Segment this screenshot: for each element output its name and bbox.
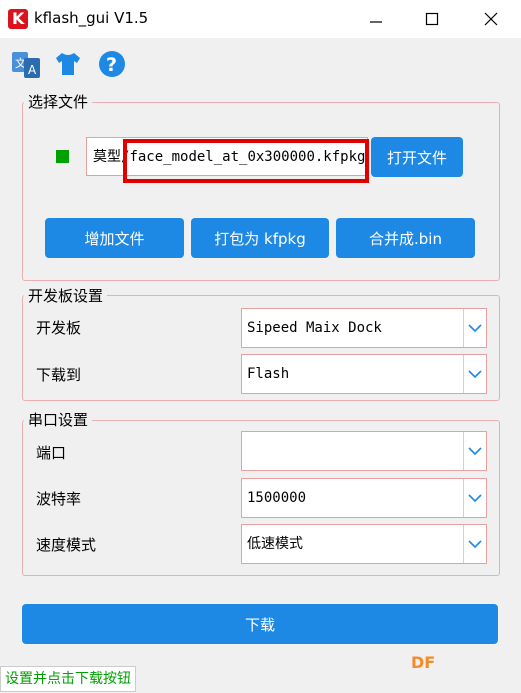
- board-settings-legend: 开发板设置: [24, 285, 108, 306]
- download-to-value: Flash: [247, 366, 290, 382]
- board-select[interactable]: Sipeed Maix Dock: [241, 308, 487, 348]
- baud-select[interactable]: 1500000: [241, 478, 487, 518]
- minimize-icon: [370, 21, 382, 23]
- chevron-down-icon[interactable]: [463, 479, 486, 517]
- chevron-down-icon[interactable]: [463, 525, 486, 563]
- close-button[interactable]: [462, 0, 520, 38]
- app-logo-icon: [8, 9, 28, 29]
- merge-bin-button[interactable]: 合并成.bin: [336, 218, 475, 258]
- close-icon: [484, 12, 498, 26]
- highlight-box: [123, 139, 369, 183]
- skin-icon[interactable]: [52, 48, 84, 80]
- maximize-icon: [425, 12, 439, 26]
- baud-value: 1500000: [247, 490, 307, 506]
- window-title: kflash_gui V1.5: [34, 9, 149, 27]
- help-icon[interactable]: ?: [96, 48, 128, 80]
- status-indicator: [56, 150, 69, 163]
- chevron-down-icon[interactable]: [463, 309, 486, 347]
- speed-label: 速度模式: [36, 536, 97, 554]
- chevron-down-icon[interactable]: [463, 432, 486, 470]
- baud-label: 波特率: [36, 490, 82, 508]
- port-label: 端口: [36, 444, 67, 462]
- download-to-select[interactable]: Flash: [241, 354, 487, 394]
- download-to-label: 下载到: [36, 366, 82, 384]
- watermark: DF: [411, 653, 436, 672]
- download-button[interactable]: 下载: [22, 604, 498, 644]
- port-select[interactable]: [241, 431, 487, 471]
- board-label: 开发板: [36, 319, 82, 337]
- serial-settings-legend: 串口设置: [24, 409, 93, 430]
- open-file-button[interactable]: 打开文件: [371, 137, 463, 177]
- title-bar: kflash_gui V1.5: [0, 0, 521, 38]
- speed-value: 低速模式: [247, 536, 303, 552]
- add-file-button[interactable]: 增加文件: [45, 218, 184, 258]
- speed-select[interactable]: 低速模式: [241, 524, 487, 564]
- pack-kfpkg-button[interactable]: 打包为 kfpkg: [191, 218, 329, 258]
- svg-text:A: A: [28, 63, 37, 77]
- svg-text:?: ?: [106, 54, 117, 76]
- chevron-down-icon[interactable]: [463, 355, 486, 393]
- language-icon[interactable]: 文 A: [10, 48, 42, 80]
- select-file-legend: 选择文件: [24, 91, 93, 112]
- minimize-button[interactable]: [347, 0, 405, 38]
- status-text: 设置并点击下载按钮: [0, 666, 136, 692]
- board-value: Sipeed Maix Dock: [247, 320, 382, 336]
- maximize-button[interactable]: [403, 0, 461, 38]
